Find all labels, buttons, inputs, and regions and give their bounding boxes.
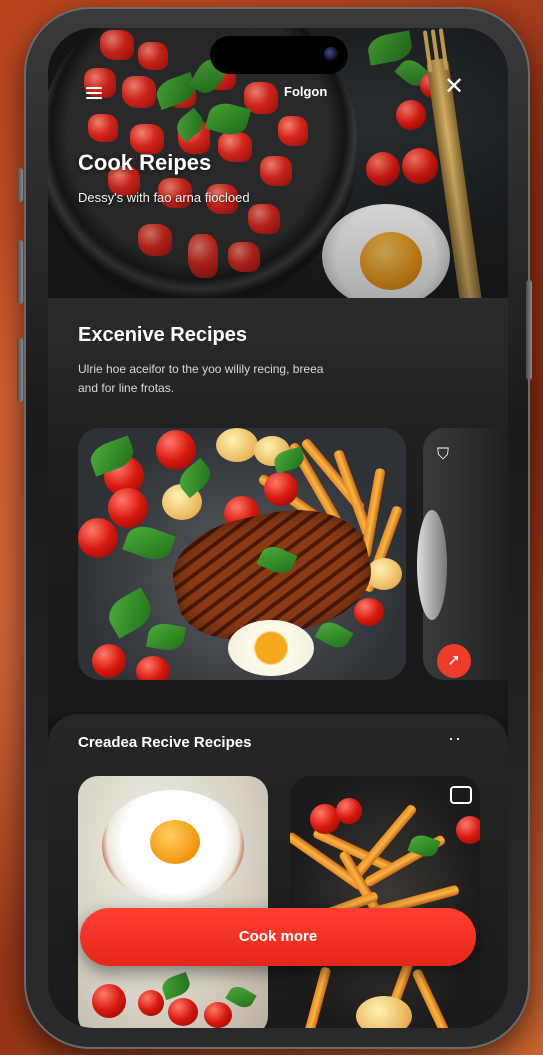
dynamic-island: [210, 36, 348, 74]
recipe-thumbnail-egg-bowl[interactable]: [78, 776, 268, 1028]
egg-slice: [228, 620, 314, 676]
next-recipe-card[interactable]: ⛉ ➚: [417, 428, 508, 680]
menu-icon[interactable]: [86, 84, 102, 102]
featured-recipe-card[interactable]: [78, 428, 406, 680]
volume-up-button: [17, 240, 23, 304]
camera-icon[interactable]: [450, 786, 472, 804]
close-icon[interactable]: ✕: [444, 75, 464, 99]
header-label: Folgon: [284, 84, 328, 99]
power-button: [526, 280, 532, 380]
app-screen: Folgon ✕ Cook Reipes Dessy's with fao ar…: [48, 28, 508, 1028]
featured-section-title: Excenive Recipes: [78, 324, 247, 346]
hero-subtitle: Dessy's with fao arna fiocloed: [78, 190, 250, 205]
volume-down-button: [17, 338, 23, 402]
front-camera: [324, 47, 338, 61]
cook-more-button[interactable]: Cook more: [80, 908, 476, 966]
recipe-thumbnail-fries[interactable]: [290, 776, 480, 1028]
share-icon[interactable]: ➚: [437, 644, 471, 678]
hero-title: Cook Reipes: [78, 150, 212, 175]
featured-section-description: Ulrie hoe aceifor to the yoo wilily reci…: [78, 362, 324, 395]
created-section-title: Creadea Recive Recipes: [78, 734, 252, 751]
more-icon[interactable]: ··: [448, 728, 462, 749]
bookmark-icon[interactable]: ⛉: [437, 446, 449, 464]
action-button: [17, 168, 23, 202]
